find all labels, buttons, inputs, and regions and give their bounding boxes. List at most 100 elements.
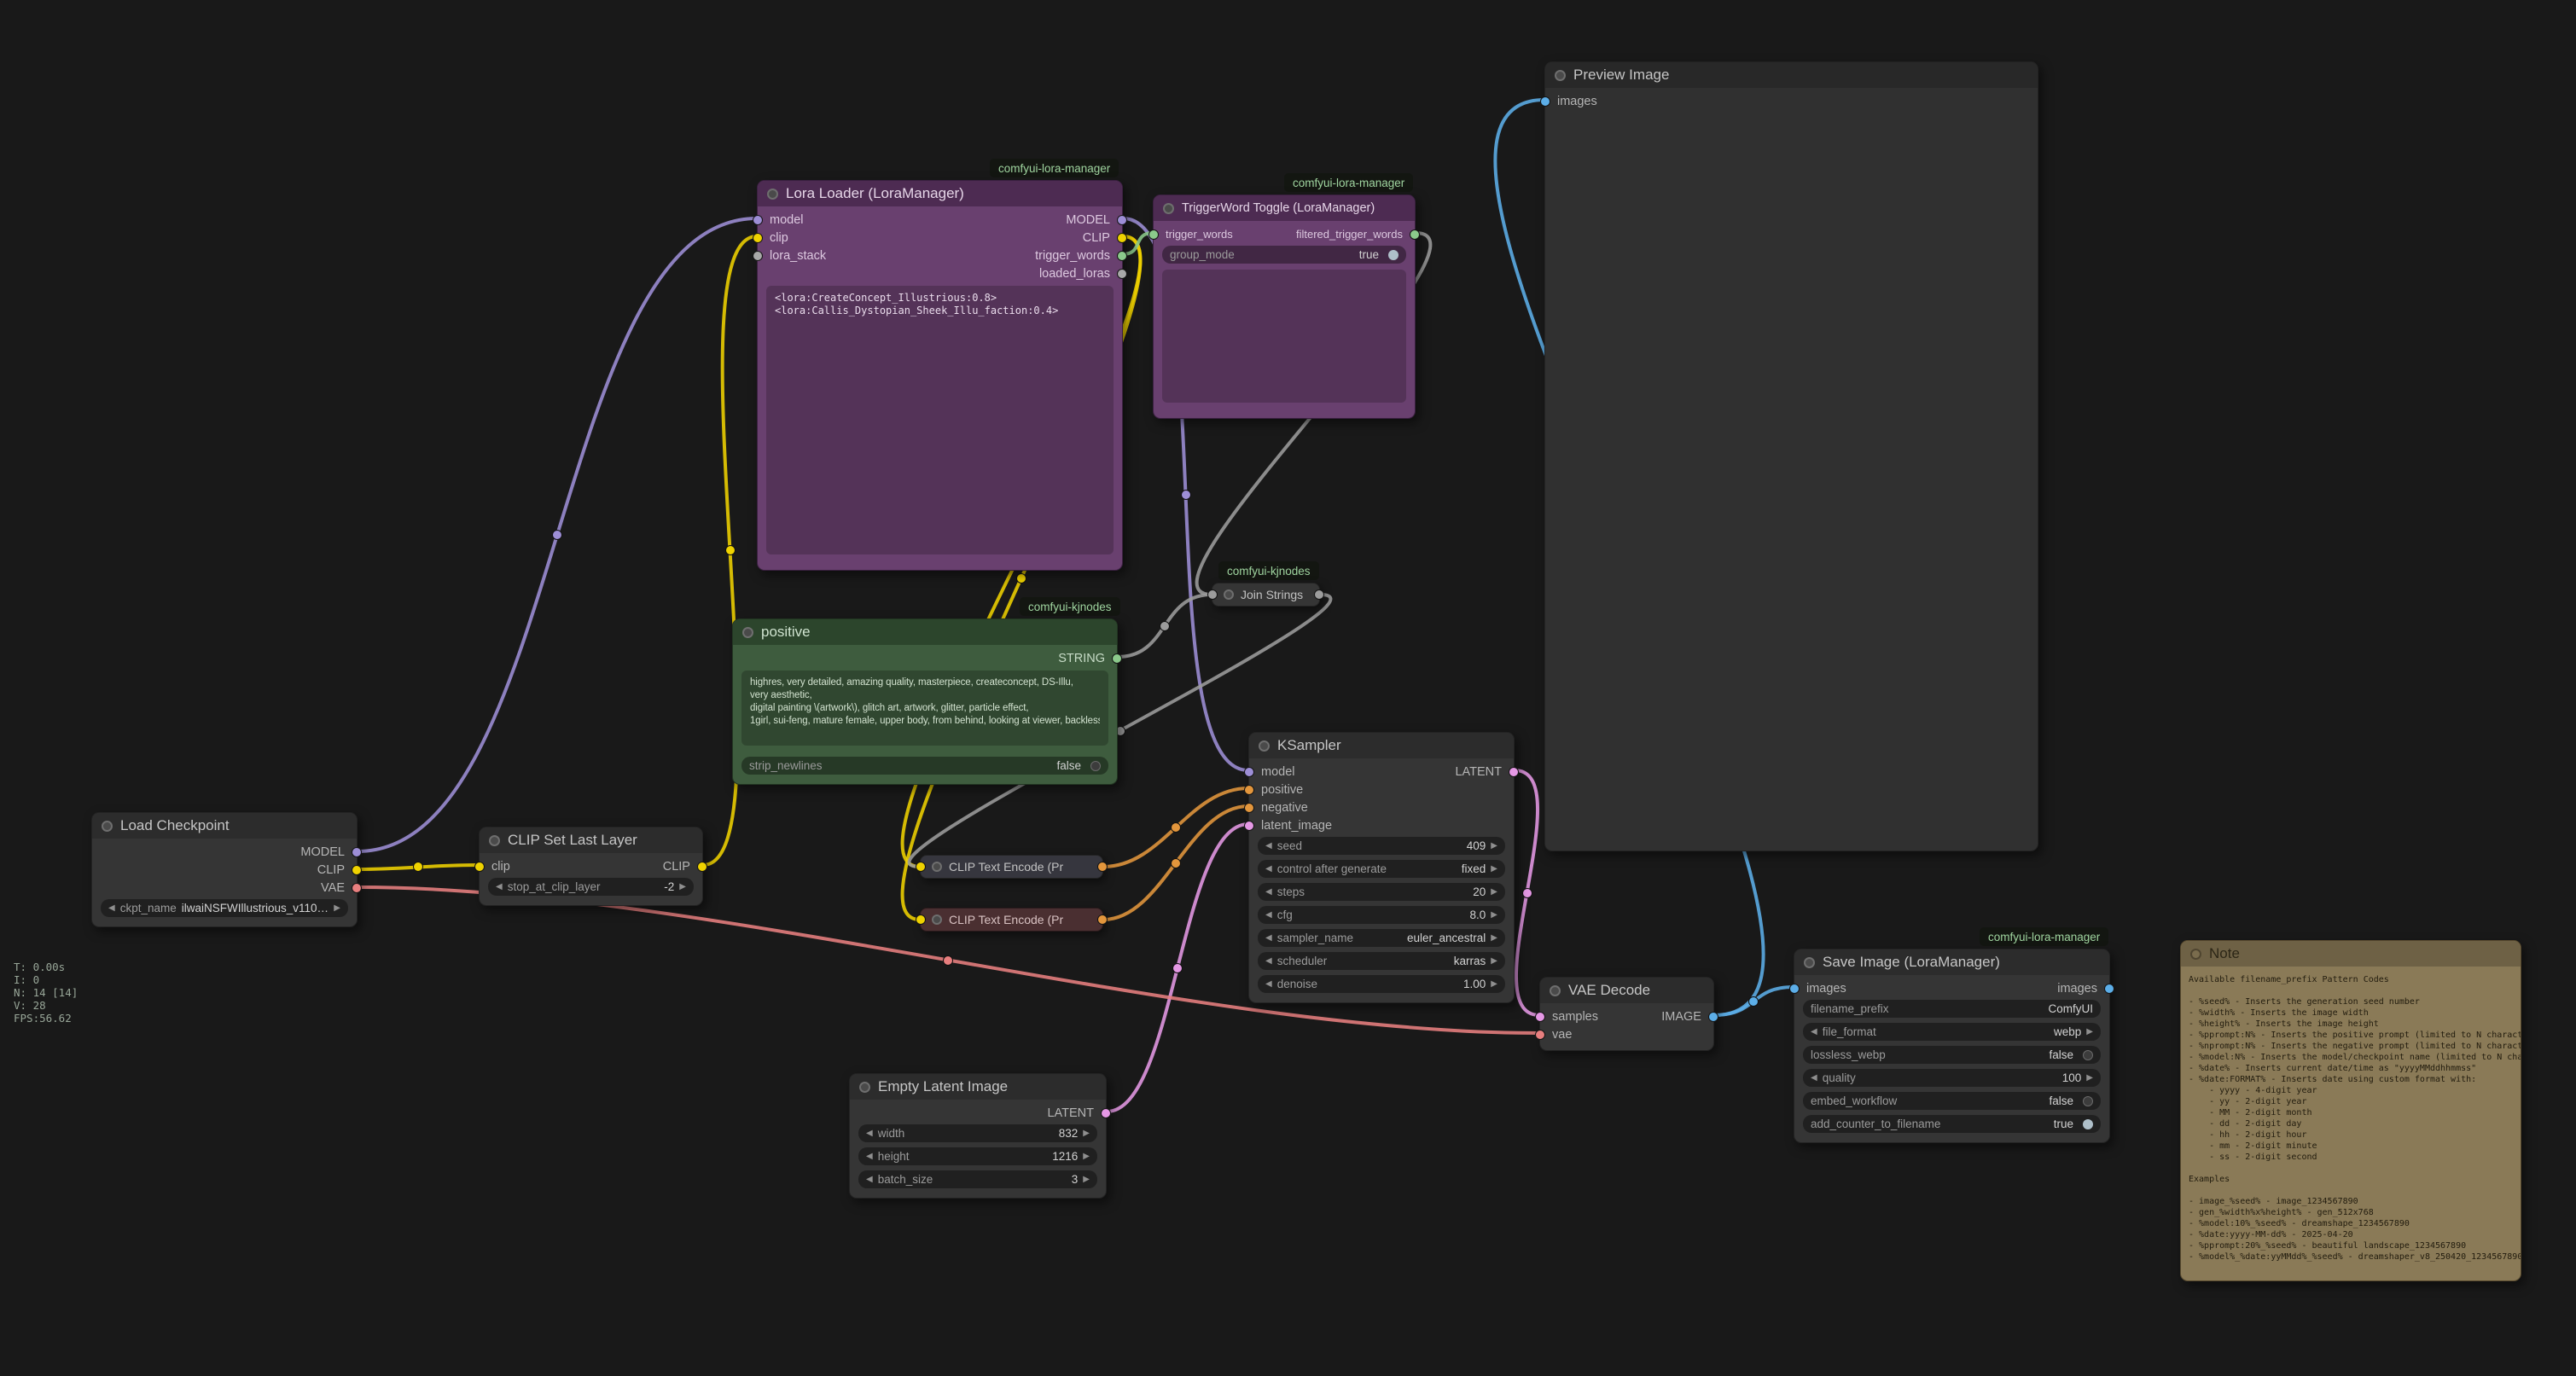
- increment-arrow-icon[interactable]: ▶: [334, 903, 340, 913]
- increment-arrow-icon[interactable]: ▶: [1083, 1175, 1090, 1184]
- increment-arrow-icon[interactable]: ▶: [1491, 841, 1497, 851]
- clip-output-port[interactable]: [1117, 233, 1127, 243]
- toggle-knob-icon[interactable]: [1388, 250, 1398, 260]
- increment-arrow-icon[interactable]: ▶: [1491, 933, 1497, 943]
- decrement-arrow-icon[interactable]: ◀: [1265, 910, 1272, 920]
- increment-arrow-icon[interactable]: ▶: [1083, 1129, 1090, 1138]
- collapse-toggle-icon[interactable]: [1259, 740, 1270, 752]
- images-input-port[interactable]: [1789, 984, 1800, 994]
- vae-output-port[interactable]: [352, 883, 362, 893]
- node-clip-set-last-layer[interactable]: CLIP Set Last Layer clip CLIP ◀ stop_at_…: [479, 827, 703, 906]
- widget-add-counter-to-filename[interactable]: add_counter_to_filename true: [1803, 1115, 2101, 1133]
- decrement-arrow-icon[interactable]: ◀: [1811, 1073, 1817, 1083]
- widget-control-after-generate[interactable]: ◀ control after generate fixed ▶: [1258, 860, 1505, 878]
- node-clip-text-encode-negative[interactable]: CLIP Text Encode (Pr: [920, 908, 1103, 932]
- node-title-bar[interactable]: positive: [733, 619, 1117, 645]
- widget-height[interactable]: ◀ height 1216 ▶: [858, 1147, 1097, 1165]
- collapse-toggle-icon[interactable]: [1550, 985, 1561, 996]
- model-input-port[interactable]: [753, 215, 763, 225]
- lora-text-editor[interactable]: <lora:CreateConcept_Illustrious:0.8> <lo…: [766, 286, 1114, 554]
- decrement-arrow-icon[interactable]: ◀: [1265, 979, 1272, 989]
- widget-cfg[interactable]: ◀ cfg 8.0 ▶: [1258, 906, 1505, 924]
- conditioning-output-port[interactable]: [1097, 862, 1108, 872]
- increment-arrow-icon[interactable]: ▶: [1083, 1152, 1090, 1161]
- clip-input-port[interactable]: [916, 914, 926, 925]
- widget-group-mode[interactable]: group_mode true: [1162, 246, 1406, 264]
- node-clip-text-encode-positive[interactable]: CLIP Text Encode (Pr: [920, 855, 1103, 879]
- collapse-toggle-icon[interactable]: [2190, 949, 2201, 960]
- widget-scheduler[interactable]: ◀ scheduler karras ▶: [1258, 952, 1505, 970]
- collapse-toggle-icon[interactable]: [767, 189, 778, 200]
- widget-lossless-webp[interactable]: lossless_webp false: [1803, 1046, 2101, 1064]
- widget-embed-workflow[interactable]: embed_workflow false: [1803, 1092, 2101, 1110]
- decrement-arrow-icon[interactable]: ◀: [1265, 956, 1272, 966]
- decrement-arrow-icon[interactable]: ◀: [1811, 1027, 1817, 1036]
- decrement-arrow-icon[interactable]: ◀: [866, 1152, 873, 1161]
- decrement-arrow-icon[interactable]: ◀: [1265, 887, 1272, 897]
- node-join-strings[interactable]: Join Strings: [1212, 583, 1320, 607]
- increment-arrow-icon[interactable]: ▶: [1491, 864, 1497, 874]
- latent-output-port[interactable]: [1509, 767, 1519, 777]
- collapse-toggle-icon[interactable]: [489, 835, 500, 846]
- clip-output-port[interactable]: [352, 865, 362, 875]
- prompt-text-editor[interactable]: highres, very detailed, amazing quality,…: [741, 671, 1108, 746]
- clip-output-port[interactable]: [697, 862, 707, 872]
- collapse-toggle-icon[interactable]: [932, 914, 942, 925]
- loaded-loras-output-port[interactable]: [1117, 269, 1127, 279]
- node-positive-prompt[interactable]: positive STRING highres, very detailed, …: [732, 618, 1118, 785]
- node-note[interactable]: Note Available filename_prefix Pattern C…: [2180, 940, 2521, 1281]
- node-title-bar[interactable]: Save Image (LoraManager): [1794, 949, 2109, 975]
- toggle-knob-icon[interactable]: [2083, 1050, 2093, 1060]
- collapse-toggle-icon[interactable]: [102, 821, 113, 832]
- collapse-toggle-icon[interactable]: [1555, 70, 1566, 81]
- widget-file-format[interactable]: ◀ file_format webp ▶: [1803, 1023, 2101, 1041]
- latent-image-input-port[interactable]: [1244, 821, 1254, 831]
- vae-input-port[interactable]: [1535, 1030, 1545, 1040]
- node-title-bar[interactable]: Note: [2181, 941, 2521, 967]
- string-output-port[interactable]: [1314, 589, 1324, 600]
- node-title-bar[interactable]: Lora Loader (LoraManager): [758, 181, 1122, 206]
- string-input-port[interactable]: [1207, 589, 1218, 600]
- widget-quality[interactable]: ◀ quality 100 ▶: [1803, 1069, 2101, 1087]
- widget-strip-newlines[interactable]: strip_newlines false: [741, 757, 1108, 775]
- node-title-bar[interactable]: Preview Image: [1545, 62, 2038, 88]
- images-output-port[interactable]: [2104, 984, 2114, 994]
- increment-arrow-icon[interactable]: ▶: [1491, 910, 1497, 920]
- toggle-knob-icon[interactable]: [2083, 1096, 2093, 1106]
- image-output-port[interactable]: [1708, 1012, 1718, 1022]
- collapse-toggle-icon[interactable]: [932, 862, 942, 872]
- trigger-words-input-port[interactable]: [1148, 229, 1159, 240]
- collapse-toggle-icon[interactable]: [1224, 589, 1234, 600]
- model-input-port[interactable]: [1244, 767, 1254, 777]
- node-title-bar[interactable]: VAE Decode: [1540, 978, 1713, 1003]
- filtered-trigger-words-output-port[interactable]: [1410, 229, 1420, 240]
- node-title-bar[interactable]: Empty Latent Image: [850, 1074, 1106, 1100]
- latent-output-port[interactable]: [1101, 1108, 1111, 1118]
- node-empty-latent-image[interactable]: Empty Latent Image LATENT ◀ width 832 ▶ …: [849, 1073, 1107, 1199]
- string-output-port[interactable]: [1112, 653, 1122, 664]
- node-lora-loader[interactable]: Lora Loader (LoraManager) model MODEL cl…: [757, 180, 1123, 571]
- widget-steps[interactable]: ◀ steps 20 ▶: [1258, 883, 1505, 901]
- toggle-knob-icon[interactable]: [1090, 761, 1101, 771]
- collapse-toggle-icon[interactable]: [859, 1082, 870, 1093]
- toggle-knob-icon[interactable]: [2083, 1119, 2093, 1129]
- decrement-arrow-icon[interactable]: ◀: [866, 1129, 873, 1138]
- decrement-arrow-icon[interactable]: ◀: [108, 903, 115, 913]
- increment-arrow-icon[interactable]: ▶: [1491, 887, 1497, 897]
- node-title-bar[interactable]: TriggerWord Toggle (LoraManager): [1154, 195, 1415, 221]
- clip-input-port[interactable]: [753, 233, 763, 243]
- node-preview-image[interactable]: Preview Image images: [1544, 61, 2038, 851]
- widget-filename-prefix[interactable]: filename_prefix ComfyUI: [1803, 1000, 2101, 1018]
- node-title-bar[interactable]: Load Checkpoint: [92, 813, 357, 839]
- collapse-toggle-icon[interactable]: [1163, 203, 1174, 214]
- increment-arrow-icon[interactable]: ▶: [1491, 979, 1497, 989]
- lora-stack-input-port[interactable]: [753, 251, 763, 261]
- positive-input-port[interactable]: [1244, 785, 1254, 795]
- widget-denoise[interactable]: ◀ denoise 1.00 ▶: [1258, 975, 1505, 993]
- node-ksampler[interactable]: KSampler model LATENT positive negative …: [1248, 732, 1515, 1003]
- clip-input-port[interactable]: [474, 862, 485, 872]
- widget-stop-at-clip-layer[interactable]: ◀ stop_at_clip_layer -2 ▶: [488, 878, 694, 896]
- node-title-bar[interactable]: CLIP Set Last Layer: [480, 827, 702, 853]
- node-load-checkpoint[interactable]: Load Checkpoint MODEL CLIP VAE ◀ ckpt_na…: [91, 812, 358, 927]
- widget-batch-size[interactable]: ◀ batch_size 3 ▶: [858, 1170, 1097, 1188]
